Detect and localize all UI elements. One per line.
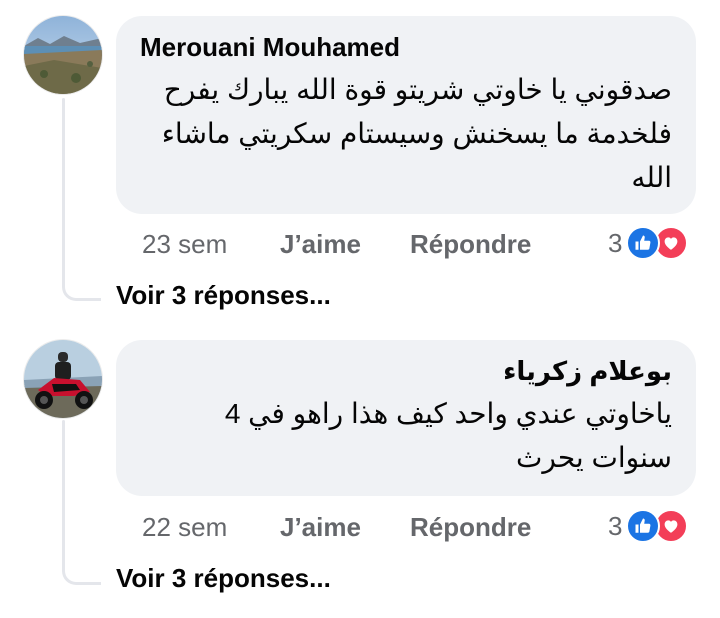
like-icon — [626, 226, 661, 260]
reactions-summary[interactable]: 3 — [608, 226, 689, 260]
view-replies-link[interactable]: Voir 3 réponses... — [116, 563, 331, 594]
thread-connector — [62, 566, 101, 585]
like-button[interactable]: J’aime — [280, 228, 361, 260]
avatar[interactable] — [24, 340, 102, 418]
reaction-count: 3 — [608, 511, 623, 541]
like-icon — [626, 509, 661, 543]
comment-bubble: Merouani Mouhamed صدقوني يا خاوتي شريتو … — [116, 16, 696, 214]
timestamp[interactable]: 22 sem — [142, 511, 227, 543]
reaction-count: 3 — [608, 228, 623, 258]
comment-author[interactable]: بوعلام زكرياء — [140, 354, 672, 388]
timestamp[interactable]: 23 sem — [142, 228, 227, 260]
view-replies-link[interactable]: Voir 3 réponses... — [116, 280, 331, 311]
avatar[interactable] — [24, 16, 102, 94]
thread-line — [62, 420, 65, 568]
comment-actions: 23 sem J’aime Répondre 3 — [0, 226, 720, 262]
comment-text: صدقوني يا خاوتي شريتو قوة الله يبارك يفر… — [161, 74, 672, 193]
comment-bubble: بوعلام زكرياء ياخاوتي عندي واحد كيف هذا … — [116, 340, 696, 496]
thread-connector — [62, 282, 101, 301]
comment-text: ياخاوتي عندي واحد كيف هذا راهو في 4 سنوا… — [224, 398, 672, 473]
comment-author[interactable]: Merouani Mouhamed — [140, 30, 672, 64]
comment-actions: 22 sem J’aime Répondre 3 — [0, 509, 720, 545]
reply-button[interactable]: Répondre — [410, 511, 531, 543]
reply-button[interactable]: Répondre — [410, 228, 531, 260]
like-button[interactable]: J’aime — [280, 511, 361, 543]
reactions-summary[interactable]: 3 — [608, 509, 689, 543]
